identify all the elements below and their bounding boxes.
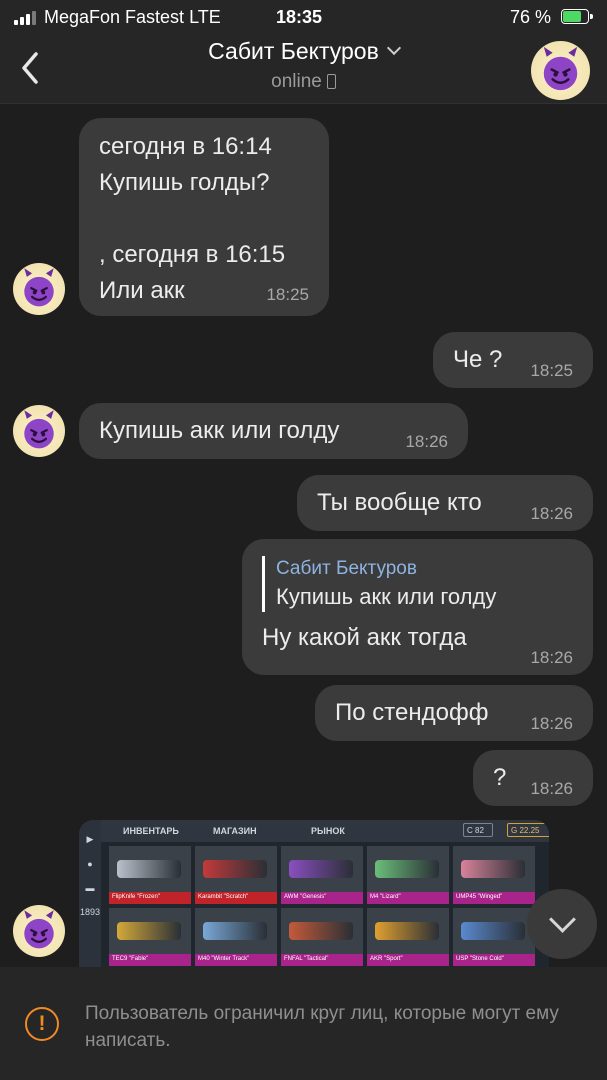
message-text: Купишь акк или голду	[99, 417, 340, 444]
message-bubble-incoming[interactable]: сегодня в 16:14 Купишь голды? , сегодня …	[79, 118, 329, 316]
message-bubble-outgoing[interactable]: Ты вообще кто 18:26	[297, 475, 593, 531]
inventory-item: AKR "Sport"	[367, 908, 449, 966]
gun-icon: ▬	[85, 883, 95, 893]
notice-text: Пользователь ограничил круг лиц, которые…	[85, 1003, 559, 1051]
inventory-item: USP "Stone Cold"	[453, 908, 535, 966]
message-bubble-incoming[interactable]: Купишь акк или голду 18:26	[79, 403, 468, 459]
item-name: M40 "Winter Track"	[195, 954, 277, 966]
reply-author: Сабит Бектуров	[276, 558, 417, 579]
inventory-item: M40 "Winter Track"	[195, 908, 277, 966]
weapon-image	[375, 922, 439, 940]
side-value: 1893	[79, 907, 101, 917]
inventory-grid: FlipKnife "Frozen" Karambit "Scratch" AWM …	[109, 846, 545, 966]
item-name: USP "Stone Cold"	[453, 954, 535, 966]
message-time: 18:26	[405, 432, 448, 451]
silver-currency: C 82	[463, 823, 493, 837]
message-time: 18:25	[530, 361, 573, 380]
play-icon: ▶	[86, 834, 94, 844]
chevron-down-icon	[386, 40, 401, 56]
message-text: сегодня в 16:14 Купишь голды? , сегодня …	[99, 133, 286, 304]
item-name: FNFAL "Tactical"	[281, 954, 363, 966]
inventory-item: FNFAL "Tactical"	[281, 908, 363, 966]
item-name: M4 "Lizard"	[367, 892, 449, 904]
status-bar: MegaFon Fastest LTE 18:35 76 %	[0, 0, 607, 34]
weapon-image	[375, 860, 439, 878]
message-text: По стендофф	[335, 699, 489, 726]
weapon-image	[117, 922, 181, 940]
clock: 18:35	[276, 7, 323, 27]
message-text: Ты вообще кто	[317, 489, 482, 516]
message-time: 18:26	[530, 648, 573, 667]
game-tab: РЫНОК	[311, 826, 345, 836]
image-attachment[interactable]: ▶ ● ▬ 1893 ИНВЕНТАРЬ МАГАЗИН РЫНОК C 82 …	[79, 820, 549, 967]
inventory-item: Karambit "Scratch"	[195, 846, 277, 904]
warning-icon: !	[25, 1007, 59, 1041]
signal-icon	[14, 11, 36, 25]
message-time: 18:25	[266, 285, 309, 304]
chat-title-button[interactable]: Сабит Бектуров online	[0, 38, 607, 93]
game-tab: МАГАЗИН	[213, 826, 257, 836]
sender-avatar[interactable]	[13, 905, 65, 957]
message-bubble-outgoing[interactable]: Сабит Бектуров Купишь акк или голду Ну к…	[242, 539, 593, 675]
inventory-item: AWM "Genesis"	[281, 846, 363, 904]
restriction-notice: ! Пользователь ограничил круг лиц, котор…	[0, 967, 607, 1080]
scroll-down-button[interactable]	[527, 889, 597, 959]
item-name: AWM "Genesis"	[281, 892, 363, 904]
battery-percent: 76 %	[510, 7, 552, 27]
item-name: UMP45 "Winged"	[453, 892, 535, 904]
weapon-image	[289, 860, 353, 878]
game-tab: ИНВЕНТАРЬ	[123, 826, 179, 836]
message-text: Ну какой акк тогда	[262, 624, 467, 651]
item-name: TEC9 "Fable"	[109, 954, 191, 966]
devil-emoji-icon	[24, 268, 54, 307]
weapon-image	[461, 922, 525, 940]
chat-header: Сабит Бектуров online	[0, 34, 607, 104]
carrier-label: MegaFon Fastest LTE	[44, 7, 221, 27]
message-text: Че ?	[453, 346, 503, 373]
inventory-item: FlipKnife "Frozen"	[109, 846, 191, 904]
weapon-image	[203, 860, 267, 878]
inventory-item: UMP45 "Winged"	[453, 846, 535, 904]
sender-avatar[interactable]	[13, 263, 65, 315]
message-time: 18:26	[530, 779, 573, 798]
reply-quote[interactable]: Сабит Бектуров Купишь акк или голду	[262, 556, 573, 612]
message-time: 18:26	[530, 504, 573, 523]
inventory-item: M4 "Lizard"	[367, 846, 449, 904]
message-time: 18:26	[530, 714, 573, 733]
message-bubble-outgoing[interactable]: ? 18:26	[473, 750, 593, 806]
devil-emoji-icon	[24, 410, 54, 449]
weapon-image	[117, 860, 181, 878]
online-status: online	[271, 71, 322, 92]
person-icon: ●	[87, 859, 93, 869]
item-name: Karambit "Scratch"	[195, 892, 277, 904]
reply-text: Купишь акк или голду	[276, 584, 497, 609]
game-tabs: ИНВЕНТАРЬ МАГАЗИН РЫНОК C 82 G 22.25	[101, 820, 549, 842]
contact-name: Сабит Бектуров	[208, 38, 379, 64]
message-bubble-outgoing[interactable]: По стендофф 18:26	[315, 685, 593, 741]
message-bubble-outgoing[interactable]: Че ? 18:25	[433, 332, 593, 388]
item-name: AKR "Sport"	[367, 954, 449, 966]
mobile-phone-icon	[326, 74, 336, 89]
weapon-image	[461, 860, 525, 878]
weapon-image	[289, 922, 353, 940]
gold-currency: G 22.25	[507, 823, 549, 837]
devil-emoji-icon	[24, 910, 54, 949]
message-text: ?	[493, 764, 507, 791]
devil-emoji-icon	[543, 46, 578, 91]
weapon-image	[203, 922, 267, 940]
inventory-item: TEC9 "Fable"	[109, 908, 191, 966]
message-list[interactable]: сегодня в 16:14 Купишь голды? , сегодня …	[0, 105, 607, 967]
game-sidebar: ▶ ● ▬ 1893	[79, 820, 101, 967]
contact-avatar[interactable]	[531, 41, 590, 100]
item-name: FlipKnife "Frozen"	[109, 892, 191, 904]
battery-icon	[561, 9, 593, 24]
sender-avatar[interactable]	[13, 405, 65, 457]
